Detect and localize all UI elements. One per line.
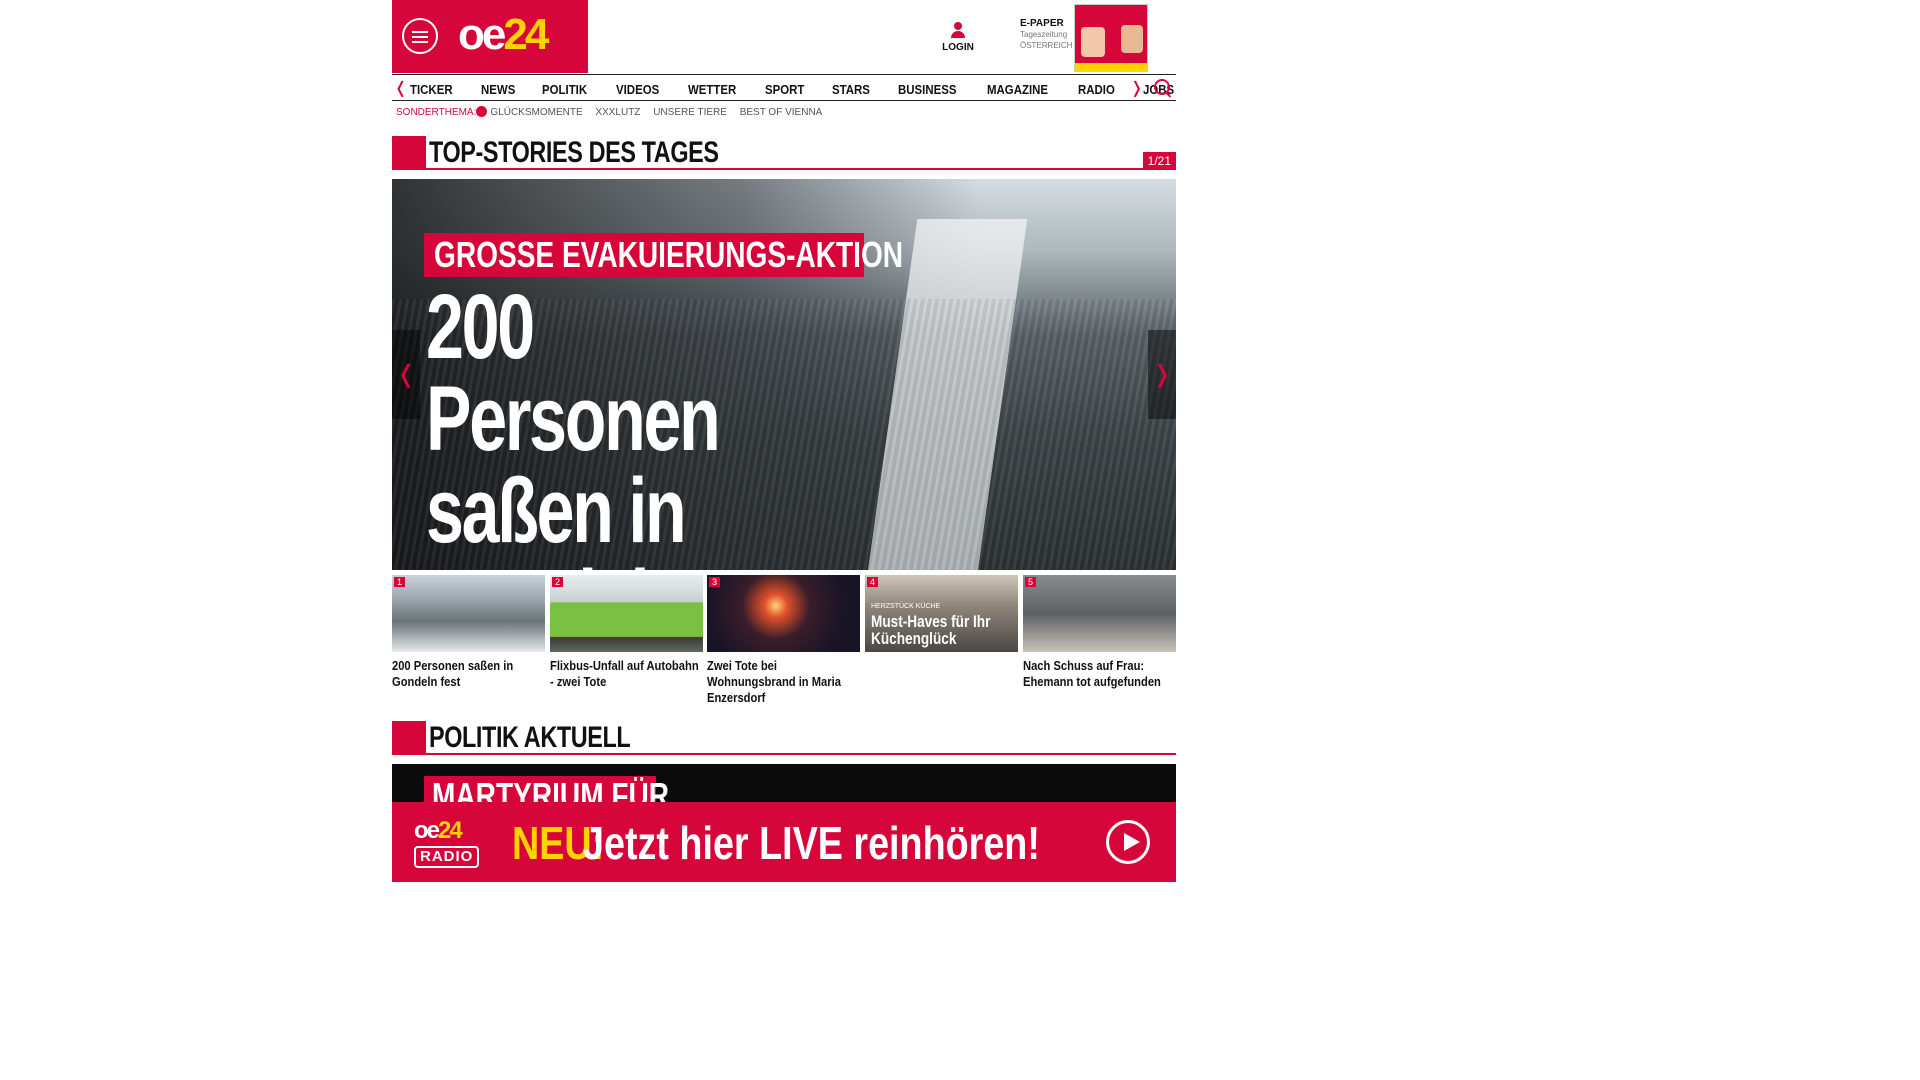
section-marker (392, 136, 426, 170)
slider-prev-button[interactable]: ❬ (392, 330, 420, 419)
nav-item-news[interactable]: NEWS (481, 82, 515, 97)
section-marker (392, 721, 426, 755)
thumb-story-4[interactable]: 4 HERZSTÜCK KÜCHE Must-Haves für Ihr Küc… (865, 575, 1018, 658)
subnav-item-gluecksmomente[interactable]: GLÜCKSMOMENTE (490, 107, 582, 118)
logo-area: oe24 (392, 0, 588, 73)
thumb-number: 2 (552, 577, 564, 587)
login-label: LOGIN (942, 42, 974, 53)
section-title: TOP-STORIES DES TAGES (429, 136, 719, 169)
radio-live-text: Jetzt hier LIVE reinhören! (582, 817, 1040, 869)
nav-item-stars[interactable]: STARS (832, 82, 870, 97)
radio-banner[interactable]: oe24 RADIO NEU: Jetzt hier LIVE reinhöre… (392, 802, 1176, 882)
hero-kicker: GROSSE EVAKUIERUNGS-AKTION (424, 233, 903, 277)
section-divider (426, 753, 1176, 755)
story-thumbnails: 1 200 Personen saßen in Gondeln fest 2 F… (392, 575, 1176, 705)
nav-item-politik[interactable]: POLITIK (542, 82, 587, 97)
nav-item-wetter[interactable]: WETTER (688, 82, 736, 97)
subnav-label: SONDERTHEMA: (396, 107, 477, 118)
heart-icon (476, 106, 488, 117)
thumb-story-5[interactable]: 5 Nach Schuss auf Frau: Ehemann tot aufg… (1023, 575, 1176, 690)
thumb-number: 1 (394, 577, 406, 587)
politik-story[interactable]: MARTYRIUM FÜR (392, 764, 1176, 804)
epaper-subtitle-country: ÖSTERREICH (1020, 41, 1073, 50)
epaper-subtitle: Tageszeitung (1020, 30, 1068, 39)
radio-logo-text: oe24 (414, 817, 463, 844)
epaper-cover-image[interactable] (1074, 4, 1148, 72)
page: oe24 LOGIN E-PAPER Tageszeitung ÖSTERREI… (392, 0, 1176, 882)
politik-kicker: MARTYRIUM FÜR (424, 776, 669, 804)
politik-header: POLITIK AKTUELL (392, 721, 1176, 757)
nav-next-icon[interactable]: ❭ (1130, 78, 1143, 98)
section-title: POLITIK AKTUELL (429, 721, 631, 754)
thumb-image: 3 (707, 575, 860, 652)
thumb-caption[interactable]: Zwei Tote bei Wohnungsbrand in Maria Enz… (707, 658, 860, 706)
epaper-link[interactable]: E-PAPER Tageszeitung ÖSTERREICH (1020, 18, 1072, 51)
cover-photo-2 (1121, 25, 1143, 53)
thumb-overlay-kicker: HERZSTÜCK KÜCHE (871, 603, 941, 610)
thumb-number: 5 (1025, 577, 1037, 587)
thumb-caption[interactable]: 200 Personen saßen in Gondeln fest (392, 658, 545, 690)
hero-title[interactable]: 200 Personen saßen in Gondeln fest (426, 281, 811, 570)
top-stories-header: TOP-STORIES DES TAGES 1/21 (392, 136, 1176, 172)
nav-item-videos[interactable]: VIDEOS (616, 82, 659, 97)
search-icon[interactable] (1154, 79, 1170, 95)
hero-story[interactable]: GROSSE EVAKUIERUNGS-AKTION 200 Personen … (392, 179, 1176, 570)
thumb-number: 3 (709, 577, 721, 587)
nav-items: TICKER NEWS POLITIK VIDEOS WETTER SPORT … (410, 81, 1196, 99)
menu-icon[interactable] (402, 18, 438, 54)
subnav: SONDERTHEMA: GLÜCKSMOMENTE XXXLUTZ UNSERE… (396, 106, 832, 118)
nav-item-business[interactable]: BUSINESS (898, 82, 956, 97)
oe24-radio-logo: oe24 RADIO (414, 818, 490, 870)
nav-item-radio[interactable]: RADIO (1078, 82, 1115, 97)
nav-item-ticker[interactable]: TICKER (410, 82, 453, 97)
thumb-caption[interactable]: Nach Schuss auf Frau: Ehemann tot aufgef… (1023, 658, 1176, 690)
cover-photo (1081, 27, 1105, 57)
login-button[interactable]: LOGIN (940, 22, 976, 53)
thumb-story-2[interactable]: 2 Flixbus-Unfall auf Autobahn - zwei Tot… (550, 575, 703, 690)
thumb-overlay-title: Must-Haves für Ihr Küchenglück (871, 612, 991, 648)
thumb-image: 2 (550, 575, 703, 652)
section-divider (426, 168, 1176, 170)
nav-item-magazine[interactable]: MAGAZINE (987, 82, 1048, 97)
oe24-logo[interactable]: oe24 (458, 10, 549, 60)
slider-next-button[interactable]: ❭ (1148, 330, 1176, 419)
thumb-image: 4 HERZSTÜCK KÜCHE Must-Haves für Ihr Küc… (865, 575, 1018, 652)
main-nav: ❬ TICKER NEWS POLITIK VIDEOS WETTER SPOR… (392, 74, 1176, 101)
play-icon[interactable] (1106, 820, 1150, 864)
radio-headline: NEU: Jetzt hier LIVE reinhören! (512, 816, 1140, 870)
thumb-story-3[interactable]: 3 Zwei Tote bei Wohnungsbrand in Maria E… (707, 575, 860, 706)
nav-item-sport[interactable]: SPORT (765, 82, 804, 97)
user-icon (951, 22, 965, 38)
thumb-story-1[interactable]: 1 200 Personen saßen in Gondeln fest (392, 575, 545, 690)
radio-logo-box: RADIO (414, 846, 480, 868)
nav-prev-icon[interactable]: ❬ (394, 78, 407, 98)
cover-strip (1075, 63, 1147, 71)
slide-counter: 1/21 (1142, 152, 1176, 170)
subnav-item-xxxlutz[interactable]: XXXLUTZ (595, 107, 640, 118)
subnav-item-best-of-vienna[interactable]: BEST OF VIENNA (740, 107, 823, 118)
epaper-title: E-PAPER (1020, 18, 1064, 29)
thumb-image: 1 (392, 575, 545, 652)
thumb-image: 5 (1023, 575, 1176, 652)
subnav-item-unsere-tiere[interactable]: UNSERE TIERE (653, 107, 727, 118)
thumb-caption[interactable]: Flixbus-Unfall auf Autobahn - zwei Tote (550, 658, 703, 690)
thumb-number: 4 (867, 577, 879, 587)
